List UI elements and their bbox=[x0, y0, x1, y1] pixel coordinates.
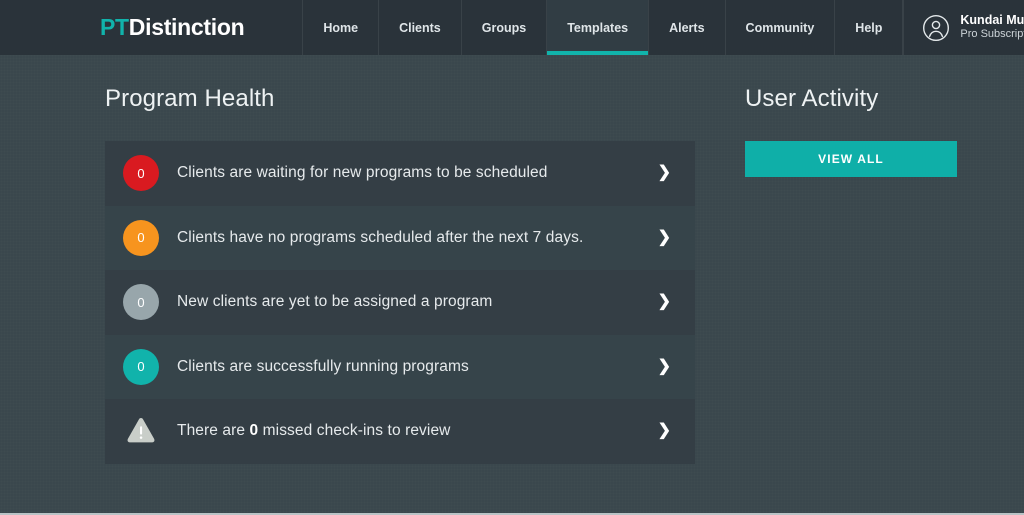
program-health-title: Program Health bbox=[105, 85, 695, 113]
health-row-missed-checkins[interactable]: There are 0 missed check-ins to review ❯ bbox=[105, 399, 695, 464]
health-row-label-suffix: missed check-ins to review bbox=[258, 422, 450, 439]
health-row-label-prefix: There are bbox=[177, 422, 250, 439]
chevron-right-icon[interactable]: ❯ bbox=[648, 423, 671, 439]
nav-item-home[interactable]: Home bbox=[302, 0, 378, 55]
brand-logo[interactable]: PTDistinction bbox=[0, 0, 270, 55]
brand-logo-main: Distinction bbox=[129, 14, 245, 41]
program-health-column: Program Health 0 Clients are waiting for… bbox=[0, 85, 695, 464]
count-badge: 0 bbox=[123, 284, 159, 320]
user-circle-icon bbox=[922, 14, 950, 42]
count-badge: 0 bbox=[123, 220, 159, 256]
nav-item-community[interactable]: Community bbox=[725, 0, 835, 55]
chevron-right-icon[interactable]: ❯ bbox=[648, 165, 671, 181]
health-row-running-programs[interactable]: 0 Clients are successfully running progr… bbox=[105, 335, 695, 400]
count-badge-value: 0 bbox=[137, 359, 144, 374]
user-activity-title: User Activity bbox=[745, 85, 975, 113]
brand-logo-accent: PT bbox=[100, 14, 129, 41]
nav-item-label: Alerts bbox=[669, 21, 704, 35]
view-all-button[interactable]: VIEW ALL bbox=[745, 141, 957, 177]
health-row-label: There are 0 missed check-ins to review bbox=[177, 422, 648, 440]
nav-item-help[interactable]: Help bbox=[834, 0, 903, 55]
top-navigation-bar: PTDistinction Home Clients Groups Templa… bbox=[0, 0, 1024, 55]
health-row-label: Clients have no programs scheduled after… bbox=[177, 229, 648, 247]
nav-item-alerts[interactable]: Alerts bbox=[648, 0, 724, 55]
user-name: Kundai Murapa bbox=[960, 13, 1024, 29]
count-badge-value: 0 bbox=[137, 295, 144, 310]
nav-item-templates[interactable]: Templates bbox=[546, 0, 648, 55]
health-row-label-count: 0 bbox=[250, 422, 259, 439]
nav-item-label: Groups bbox=[482, 21, 526, 35]
health-row-waiting-programs[interactable]: 0 Clients are waiting for new programs t… bbox=[105, 141, 695, 206]
count-badge-value: 0 bbox=[137, 166, 144, 181]
chevron-right-icon[interactable]: ❯ bbox=[648, 294, 671, 310]
chevron-right-icon[interactable]: ❯ bbox=[648, 359, 671, 375]
health-row-label: Clients are waiting for new programs to … bbox=[177, 164, 648, 182]
nav-item-label: Community bbox=[746, 21, 815, 35]
nav-item-label: Templates bbox=[567, 21, 628, 35]
nav-item-clients[interactable]: Clients bbox=[378, 0, 461, 55]
health-row-label: Clients are successfully running program… bbox=[177, 358, 648, 376]
program-health-card: 0 Clients are waiting for new programs t… bbox=[105, 141, 695, 464]
main-nav: Home Clients Groups Templates Alerts Com… bbox=[302, 0, 903, 55]
user-account-menu[interactable]: Kundai Murapa Pro Subscription bbox=[903, 0, 1024, 55]
count-badge: 0 bbox=[123, 155, 159, 191]
count-badge: 0 bbox=[123, 349, 159, 385]
nav-item-groups[interactable]: Groups bbox=[461, 0, 546, 55]
chevron-right-icon[interactable]: ❯ bbox=[648, 230, 671, 246]
user-subscription: Pro Subscription bbox=[960, 28, 1024, 42]
health-row-new-clients-unassigned[interactable]: 0 New clients are yet to be assigned a p… bbox=[105, 270, 695, 335]
health-row-label: New clients are yet to be assigned a pro… bbox=[177, 293, 648, 311]
nav-item-label: Clients bbox=[399, 21, 441, 35]
main-content: Program Health 0 Clients are waiting for… bbox=[0, 55, 1024, 464]
count-badge-value: 0 bbox=[137, 230, 144, 245]
user-activity-column: User Activity VIEW ALL bbox=[695, 85, 975, 464]
nav-item-label: Home bbox=[323, 21, 358, 35]
user-info: Kundai Murapa Pro Subscription bbox=[960, 13, 1024, 42]
nav-item-label: Help bbox=[855, 21, 882, 35]
health-row-no-programs-7-days[interactable]: 0 Clients have no programs scheduled aft… bbox=[105, 206, 695, 271]
warning-triangle-icon bbox=[123, 413, 159, 449]
